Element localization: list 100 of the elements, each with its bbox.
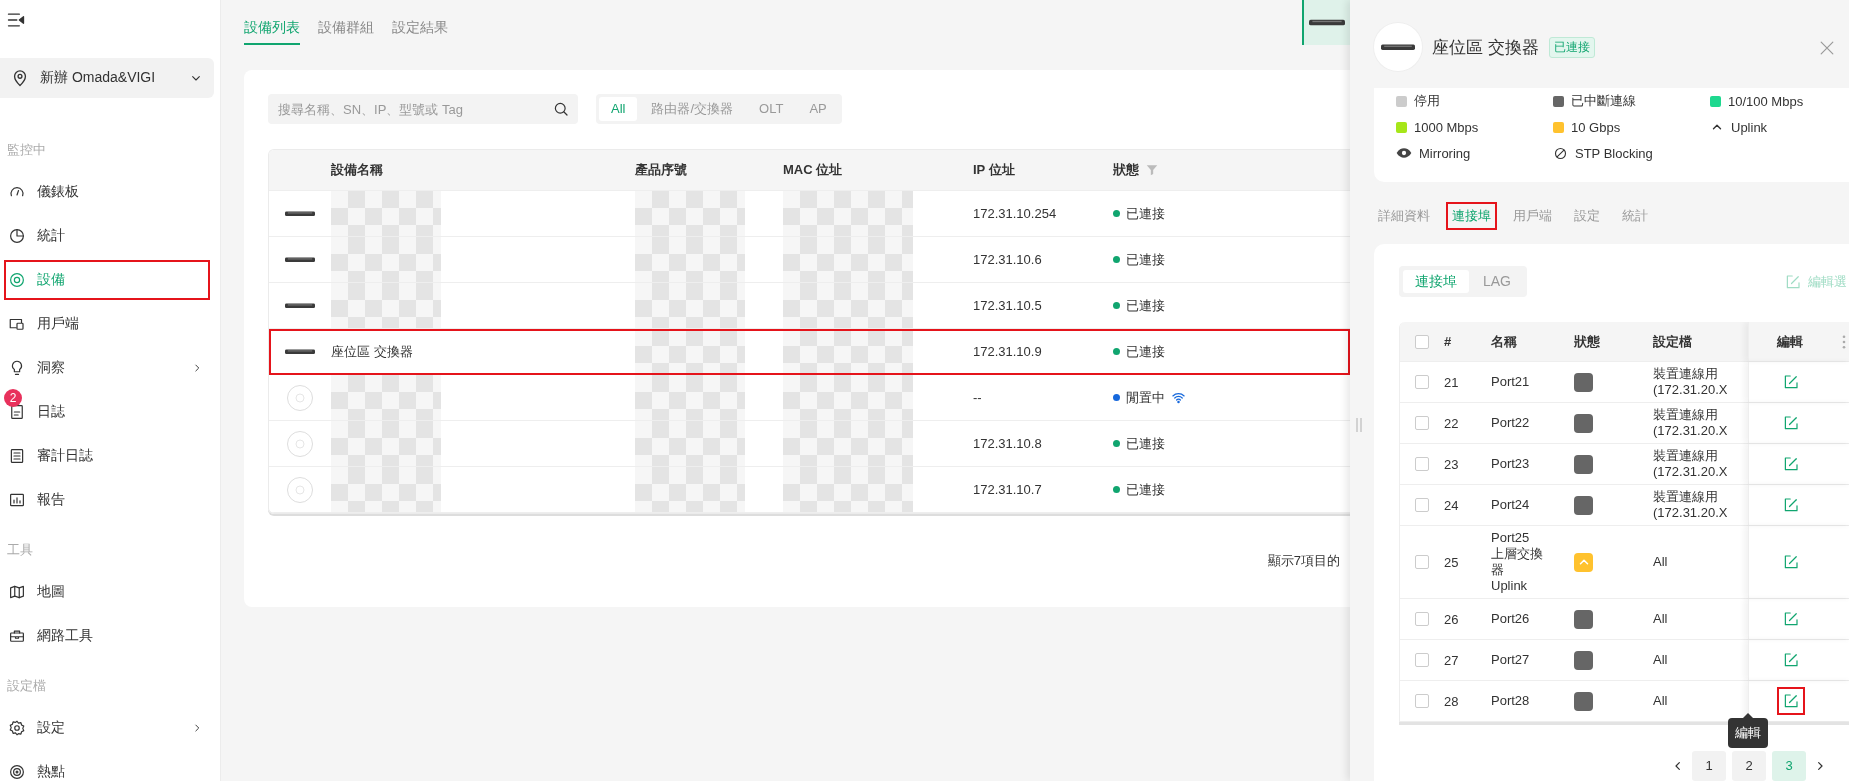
edit-button[interactable] xyxy=(1777,687,1805,715)
search-icon xyxy=(552,100,570,118)
port-number: 27 xyxy=(1444,652,1459,668)
column-header: 名稱 xyxy=(1491,332,1517,351)
pie-chart-icon xyxy=(8,227,26,245)
status-text: 已連接 xyxy=(1126,342,1165,361)
hotspot-icon xyxy=(8,763,26,781)
port-number: 22 xyxy=(1444,415,1459,431)
sidebar-item[interactable]: 地圖 xyxy=(2,570,212,614)
sidebar-item[interactable]: 統計 xyxy=(2,214,212,258)
device-row[interactable]: -- 閒置中 xyxy=(269,375,1350,421)
port-name: Port24 xyxy=(1491,497,1530,513)
port-number: 28 xyxy=(1444,693,1459,709)
edit-icon xyxy=(1782,455,1800,473)
switch-icon xyxy=(285,255,315,264)
port-name: Port28 xyxy=(1491,693,1530,709)
column-header: 編輯 xyxy=(1777,332,1803,351)
edit-icon xyxy=(1782,414,1800,432)
device-row[interactable]: 172.31.10.5 已連接 xyxy=(269,283,1350,329)
pagination-summary: 顯示7項目的 xyxy=(1267,552,1340,570)
resize-handle-icon[interactable] xyxy=(1356,418,1362,432)
status-text: 已連接 xyxy=(1126,480,1165,499)
port-number: 24 xyxy=(1444,497,1459,513)
column-header: 狀態 xyxy=(1574,332,1600,351)
legend-label: Mirroring xyxy=(1419,145,1471,161)
device-row[interactable]: 172.31.10.8 已連接 xyxy=(269,421,1350,467)
checkbox[interactable] xyxy=(1415,334,1429,349)
ip-address: 172.31.10.9 xyxy=(973,344,1042,359)
bar-chart-icon xyxy=(8,491,26,509)
checkbox[interactable] xyxy=(1415,457,1429,471)
checkbox[interactable] xyxy=(1415,375,1429,389)
column-header: 設備名稱 xyxy=(331,161,383,179)
port-number: 25 xyxy=(1444,554,1459,570)
search-field[interactable]: 搜尋名稱、SN、IP、型號或 Tag xyxy=(268,94,578,124)
column-header: IP 位址 xyxy=(973,161,1015,179)
port-name: Port21 xyxy=(1491,374,1530,390)
tooltip: 編輯 xyxy=(1728,713,1768,748)
blocked-icon xyxy=(1553,145,1568,161)
more-options-icon[interactable] xyxy=(1842,334,1846,349)
sidebar-item[interactable]: 審計日誌 xyxy=(2,434,212,478)
column-header: 狀態 xyxy=(1113,161,1139,179)
filter-icon[interactable] xyxy=(1145,163,1159,177)
sidebar-item[interactable]: 2 日誌 xyxy=(2,390,212,434)
device-row[interactable]: 172.31.10.254 已連接 xyxy=(269,191,1350,237)
checkbox[interactable] xyxy=(1415,416,1429,430)
device-row[interactable]: 172.31.10.7 已連接 xyxy=(269,467,1350,513)
port-profile: All xyxy=(1653,554,1668,570)
ip-address: -- xyxy=(973,390,982,405)
page-button[interactable]: 2 xyxy=(1732,751,1766,781)
sidebar-item[interactable]: 洞察 xyxy=(2,346,212,390)
section-title: 設定檔 xyxy=(6,677,47,695)
edit-icon xyxy=(1782,496,1800,514)
ip-address: 172.31.10.6 xyxy=(973,252,1042,267)
port-name: Port27 xyxy=(1491,652,1530,668)
edit-icon xyxy=(1782,610,1800,628)
port-description: 上層交換器 xyxy=(1491,546,1543,578)
site-selector[interactable]: 新辦 Omada&VIGI xyxy=(0,58,214,98)
tooltip-pointer-icon xyxy=(1743,713,1753,718)
device-thumbnail[interactable] xyxy=(1302,0,1350,45)
checkbox[interactable] xyxy=(1415,498,1429,512)
access-point-icon xyxy=(286,383,314,412)
status-text: 已連接 xyxy=(1126,204,1165,223)
checkbox[interactable] xyxy=(1415,555,1429,569)
column-header: 產品序號 xyxy=(635,161,687,179)
notification-badge: 2 xyxy=(4,389,22,407)
page-button[interactable]: 1 xyxy=(1692,751,1726,781)
port-number: 26 xyxy=(1444,611,1459,627)
ip-address: 172.31.10.8 xyxy=(973,436,1042,451)
port-profile: 裝置連線用 (172.31.20.X xyxy=(1653,366,1728,398)
sidebar-item[interactable]: 熱點 xyxy=(2,750,212,781)
column-header: # xyxy=(1444,334,1452,349)
edit-icon xyxy=(1782,651,1800,669)
port-profile: All xyxy=(1653,611,1668,627)
access-point-icon xyxy=(286,429,314,458)
switch-icon xyxy=(285,209,315,218)
sidebar-item[interactable]: 設定 xyxy=(2,706,212,750)
sidebar-item[interactable]: 用戶端 xyxy=(2,302,212,346)
sidebar-item[interactable]: 網路工具 xyxy=(2,614,212,658)
device-row[interactable]: 172.31.10.6 已連接 xyxy=(269,237,1350,283)
sidebar-item[interactable]: 報告 xyxy=(2,478,212,522)
sidebar-item[interactable]: 儀錶板 xyxy=(2,170,212,214)
target-icon xyxy=(8,271,26,289)
device-name[interactable]: 座位區 交換器 xyxy=(331,342,413,361)
legend-label: 已中斷連線 xyxy=(1571,92,1636,110)
legend-label: 停用 xyxy=(1414,92,1440,110)
checkbox[interactable] xyxy=(1415,612,1429,626)
checkbox[interactable] xyxy=(1415,653,1429,667)
device-row[interactable]: 座位區 交換器 172.31.10.9 已連接 xyxy=(269,329,1350,375)
checkbox[interactable] xyxy=(1415,694,1429,708)
column-header: 設定檔 xyxy=(1653,332,1692,351)
section-title: 監控中 xyxy=(6,141,47,159)
ip-address: 172.31.10.254 xyxy=(973,206,1057,221)
access-point-icon xyxy=(286,475,314,504)
status-text: 已連接 xyxy=(1126,250,1165,269)
section-title: 工具 xyxy=(6,541,34,559)
toolbox-icon xyxy=(8,627,26,645)
eye-icon xyxy=(1396,145,1412,161)
port-role: Uplink xyxy=(1491,578,1529,594)
port-profile: All xyxy=(1653,652,1668,668)
edit-icon xyxy=(1782,373,1800,391)
